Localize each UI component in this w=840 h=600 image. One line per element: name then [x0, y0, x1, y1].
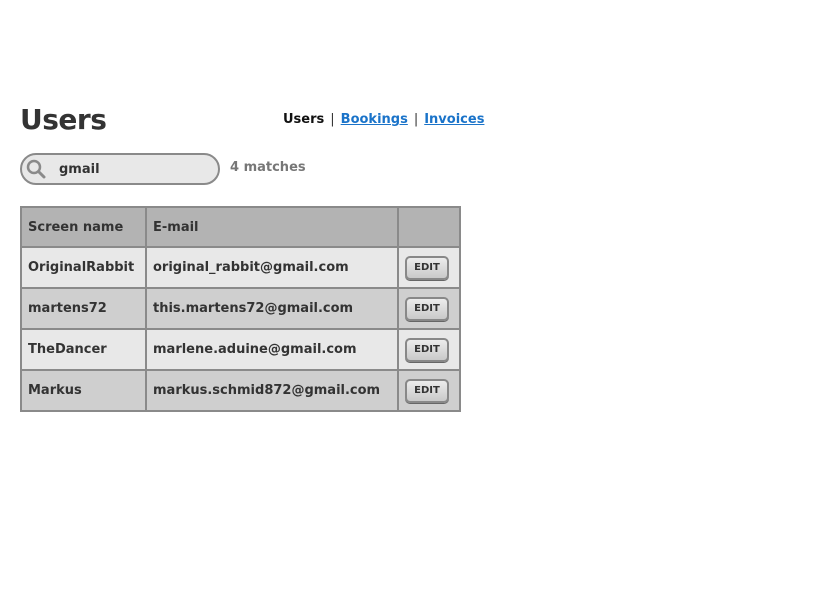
- table-row: martens72 this.martens72@gmail.com EDIT: [20, 287, 461, 330]
- table-row: TheDancer marlene.aduine@gmail.com EDIT: [20, 328, 461, 371]
- column-header-email[interactable]: E-mail: [145, 206, 399, 248]
- cell-screen-name: martens72: [20, 287, 147, 330]
- cell-action: EDIT: [397, 287, 461, 330]
- cell-screen-name: TheDancer: [20, 328, 147, 371]
- page-title: Users: [20, 103, 107, 136]
- cell-action: EDIT: [397, 246, 461, 289]
- cell-email: marlene.aduine@gmail.com: [145, 328, 399, 371]
- cell-screen-name: Markus: [20, 369, 147, 412]
- cell-action: EDIT: [397, 328, 461, 371]
- section-nav: Users | Bookings | Invoices: [283, 111, 484, 129]
- table-row: Markus markus.schmid872@gmail.com EDIT: [20, 369, 461, 412]
- edit-button[interactable]: EDIT: [405, 296, 449, 321]
- nav-link-invoices[interactable]: Invoices: [424, 112, 484, 127]
- table-row: OriginalRabbit original_rabbit@gmail.com…: [20, 246, 461, 289]
- edit-button[interactable]: EDIT: [405, 378, 449, 403]
- search-input[interactable]: [59, 159, 209, 179]
- users-table: Screen name E-mail OriginalRabbit origin…: [20, 206, 461, 412]
- table-header-row: Screen name E-mail: [20, 206, 461, 248]
- column-header-actions: [397, 206, 461, 248]
- nav-separator: |: [330, 112, 335, 127]
- edit-button[interactable]: EDIT: [405, 337, 449, 362]
- cell-action: EDIT: [397, 369, 461, 412]
- edit-button[interactable]: EDIT: [405, 255, 449, 280]
- cell-email: original_rabbit@gmail.com: [145, 246, 399, 289]
- search-box[interactable]: [20, 153, 220, 185]
- cell-email: markus.schmid872@gmail.com: [145, 369, 399, 412]
- nav-current-users: Users: [283, 112, 325, 127]
- nav-separator: |: [413, 112, 419, 127]
- column-header-screen-name[interactable]: Screen name: [20, 206, 147, 248]
- match-count: 4 matches: [230, 160, 306, 175]
- nav-link-bookings[interactable]: Bookings: [341, 112, 408, 127]
- search-icon: [26, 159, 46, 179]
- cell-screen-name: OriginalRabbit: [20, 246, 147, 289]
- cell-email: this.martens72@gmail.com: [145, 287, 399, 330]
